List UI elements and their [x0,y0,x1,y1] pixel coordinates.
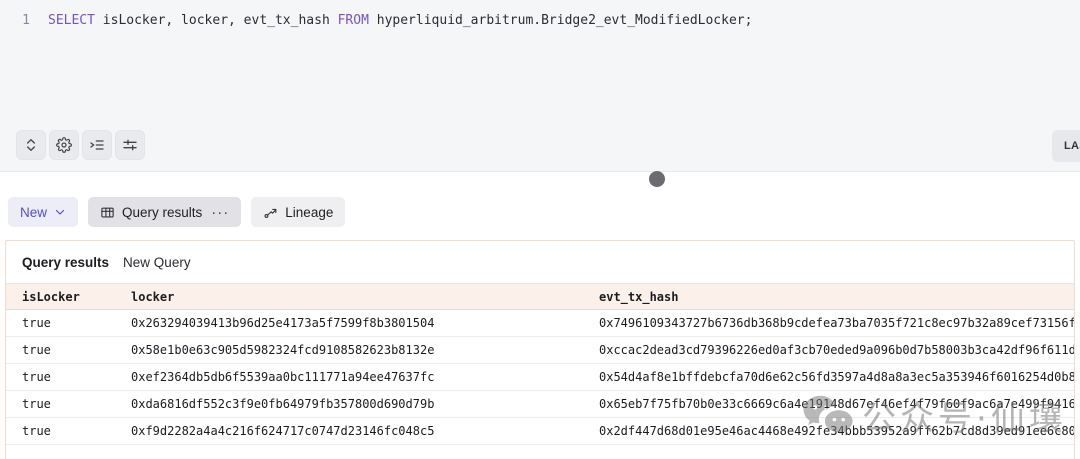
results-table-header-row: isLocker locker evt_tx_hash [6,283,1074,310]
sql-columns: isLocker, locker, evt_tx_hash [95,13,338,28]
table-row: true 0xef2364db5db6f5539aa0bc111771a94ee… [6,364,1074,391]
column-header-locker[interactable]: locker [131,290,599,304]
format-query-button[interactable] [82,130,112,160]
cell-islocker: true [22,424,131,438]
tab-query-results[interactable]: Query results ··· [88,197,241,227]
query-results-panel: Query results New Query isLocker locker … [5,240,1075,459]
table-row: true 0x58e1b0e63c905d5982324fcd910858262… [6,337,1074,364]
column-header-evt-tx-hash[interactable]: evt_tx_hash [599,290,1074,304]
cell-evt-tx-hash: 0x54d4af8e1bffdebcfa70d6e62c56fd3597a4d8… [599,370,1074,384]
line-number: 1 [0,12,30,30]
query-parameters-button[interactable] [115,130,145,160]
tab-query-results-label: Query results [122,205,202,220]
expand-editor-button[interactable] [16,130,46,160]
tab-lineage-label: Lineage [285,205,333,220]
cell-evt-tx-hash: 0x7496109343727b6736db368b9cdefea73ba703… [599,316,1074,330]
cell-islocker: true [22,343,131,357]
sql-table-ref: hyperliquid_arbitrum.Bridge2_evt_Modifie… [369,13,753,28]
table-row: true 0xda6816df552c3f9e0fb64979fb357800d… [6,391,1074,418]
more-options-icon[interactable]: ··· [211,204,229,221]
column-header-islocker[interactable]: isLocker [22,290,131,304]
tab-new[interactable]: New [8,197,78,227]
sql-code: SELECT isLocker, locker, evt_tx_hash FRO… [48,12,752,30]
results-query-name: New Query [123,255,191,270]
cell-evt-tx-hash: 0x2df447d68d01e95e46ac4468e492fe34bbb539… [599,424,1074,438]
results-table: isLocker locker evt_tx_hash true 0x26329… [6,283,1074,445]
cell-islocker: true [22,316,131,330]
settings-gear-icon [56,137,72,153]
results-panel-title: Query results [22,255,109,270]
sql-code-line[interactable]: 1 SELECT isLocker, locker, evt_tx_hash F… [0,12,752,30]
results-panel-header: Query results New Query [6,241,1074,283]
pane-resize-handle[interactable] [649,171,665,187]
cell-locker: 0x58e1b0e63c905d5982324fcd9108582623b813… [131,343,599,357]
last-run-button[interactable]: LAST [1052,130,1080,162]
sql-keyword-select: SELECT [48,13,95,28]
table-row: true 0xf9d2282a4a4c216f624717c0747d23146… [6,418,1074,445]
format-indent-icon [89,137,105,153]
cell-locker: 0x263294039413b96d25e4173a5f7599f8b38015… [131,316,599,330]
results-tab-bar: New Query results ··· Lineage [8,197,345,227]
sliders-icon [122,137,138,153]
editor-toolbar [16,130,145,160]
editor-settings-button[interactable] [49,130,79,160]
expand-vertical-icon [23,137,39,153]
sql-editor[interactable]: 1 SELECT isLocker, locker, evt_tx_hash F… [0,0,1080,172]
table-grid-icon [100,205,115,220]
sql-keyword-from: FROM [338,13,369,28]
lineage-graph-icon [263,205,278,220]
table-row: true 0x263294039413b96d25e4173a5f7599f8b… [6,310,1074,337]
chevron-down-icon [54,206,66,218]
tab-lineage[interactable]: Lineage [251,197,345,227]
results-table-body: true 0x263294039413b96d25e4173a5f7599f8b… [6,310,1074,445]
cell-islocker: true [22,370,131,384]
cell-locker: 0xda6816df552c3f9e0fb64979fb357800d690d7… [131,397,599,411]
cell-locker: 0xf9d2282a4a4c216f624717c0747d23146fc048… [131,424,599,438]
cell-islocker: true [22,397,131,411]
cell-evt-tx-hash: 0x65eb7f75fb70b0e33c6669c6a4e19148d67ef4… [599,397,1074,411]
tab-new-label: New [20,205,47,220]
cell-locker: 0xef2364db5db6f5539aa0bc111771a94ee47637… [131,370,599,384]
cell-evt-tx-hash: 0xccac2dead3cd79396226ed0af3cb70eded9a09… [599,343,1074,357]
